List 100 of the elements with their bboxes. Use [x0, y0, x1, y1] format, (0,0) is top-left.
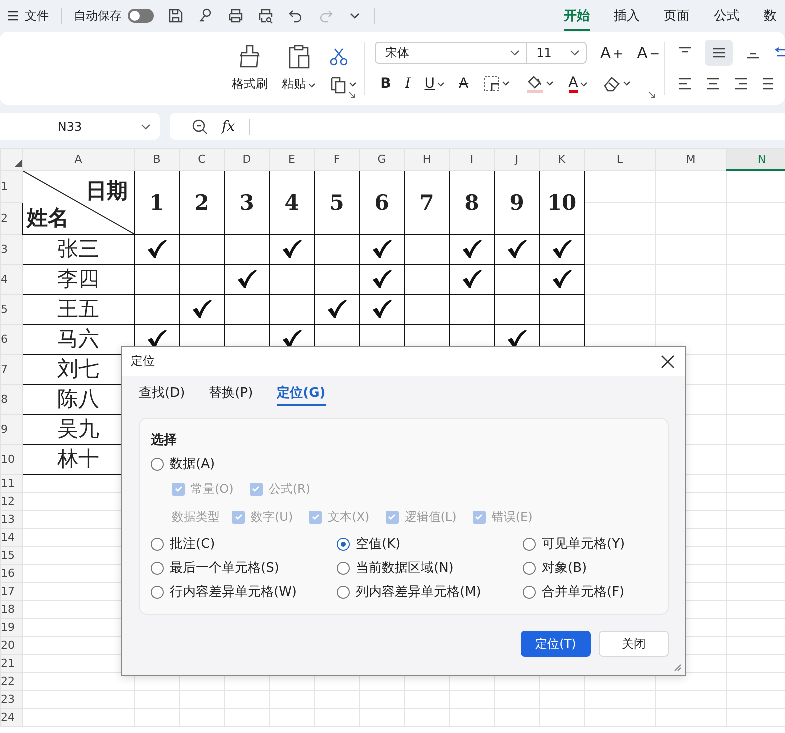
check-icon	[507, 329, 527, 349]
column-header[interactable]: A	[22, 148, 134, 170]
justify-icon[interactable]	[761, 76, 773, 92]
align-middle-icon[interactable]	[705, 40, 733, 66]
paste-button[interactable]: 粘贴	[282, 44, 316, 93]
row-header[interactable]: 16	[0, 564, 22, 582]
check-icon	[147, 329, 167, 349]
save-icon[interactable]	[168, 8, 184, 24]
column-header[interactable]: L	[584, 148, 656, 170]
select-all-icon[interactable]	[15, 160, 22, 166]
radio-button[interactable]	[523, 562, 536, 574]
font-color-button[interactable]: A	[568, 76, 588, 92]
dialog-launcher-icon[interactable]	[348, 91, 356, 99]
ribbon-tab[interactable]: 公式	[714, 2, 740, 30]
bold-button[interactable]: B	[380, 76, 392, 92]
row-header[interactable]: 21	[0, 654, 22, 672]
font-name-dropdown[interactable]: 宋体	[374, 42, 527, 64]
row-header[interactable]: 20	[0, 636, 22, 654]
column-header[interactable]: J	[494, 148, 540, 170]
radio-button[interactable]	[151, 562, 164, 574]
key-icon[interactable]	[198, 8, 214, 24]
row-header[interactable]: 8	[0, 384, 22, 414]
radio-button[interactable]	[151, 586, 164, 598]
print-icon[interactable]	[228, 8, 244, 24]
checkbox-label: 常量(O)	[191, 480, 234, 498]
ribbon-tab[interactable]: 插入	[614, 2, 640, 30]
row-header[interactable]: 9	[0, 414, 22, 444]
row-header[interactable]: 2	[0, 202, 22, 234]
column-header[interactable]: N	[726, 148, 785, 170]
zoom-icon[interactable]	[192, 118, 208, 134]
radio-button[interactable]	[337, 586, 350, 598]
menu-icon[interactable]	[7, 10, 19, 22]
column-header[interactable]: G	[360, 148, 404, 170]
radio-button[interactable]	[337, 538, 350, 550]
dialog-launcher-icon[interactable]	[648, 91, 656, 99]
row-header[interactable]: 7	[0, 354, 22, 384]
locate-button[interactable]: 定位(T)	[521, 631, 591, 657]
row-header[interactable]: 3	[0, 234, 22, 264]
radio-button[interactable]	[151, 538, 164, 550]
align-right-icon[interactable]	[733, 76, 749, 92]
row-header[interactable]: 17	[0, 582, 22, 600]
font-size-dropdown[interactable]: 11	[526, 42, 587, 64]
formula-field[interactable]: fx	[170, 113, 785, 140]
border-icon[interactable]	[482, 75, 511, 93]
table-cell: 姓名	[27, 204, 69, 232]
table-cell: 5	[314, 170, 360, 234]
underline-button[interactable]: U	[424, 76, 446, 92]
ribbon-tab[interactable]: 页面	[664, 2, 690, 30]
row-header[interactable]: 6	[0, 324, 22, 354]
column-header[interactable]: F	[314, 148, 360, 170]
row-header[interactable]: 12	[0, 492, 22, 510]
function-button[interactable]: fx	[222, 118, 236, 134]
column-header[interactable]: K	[540, 148, 584, 170]
row-header[interactable]: 4	[0, 264, 22, 294]
row-header[interactable]: 14	[0, 528, 22, 546]
row-header[interactable]: 18	[0, 600, 22, 618]
row-header[interactable]: 15	[0, 546, 22, 564]
column-header[interactable]: I	[450, 148, 494, 170]
row-header[interactable]: 10	[0, 444, 22, 474]
column-header[interactable]: H	[404, 148, 450, 170]
row-header[interactable]: 1	[0, 170, 22, 202]
row-header[interactable]: 23	[0, 690, 22, 708]
align-center-icon[interactable]	[705, 76, 721, 92]
dialog-tab[interactable]: 查找(D)	[139, 384, 186, 406]
column-header[interactable]: B	[134, 148, 180, 170]
column-header[interactable]: D	[224, 148, 270, 170]
dialog-tab[interactable]: 定位(G)	[277, 384, 326, 406]
row-header[interactable]: 22	[0, 672, 22, 690]
column-header[interactable]: C	[180, 148, 224, 170]
strikethrough-button[interactable]: A	[459, 76, 469, 92]
row-header[interactable]: 11	[0, 474, 22, 492]
scissors-icon[interactable]	[330, 48, 348, 66]
row-header[interactable]: 24	[0, 708, 22, 726]
table-cell: 2	[180, 170, 224, 234]
radio-button[interactable]	[523, 538, 536, 550]
fill-bucket-icon[interactable]	[524, 74, 555, 94]
format-painter-button[interactable]: 格式刷	[232, 44, 268, 93]
align-left-icon[interactable]	[677, 76, 693, 92]
name-box[interactable]: N33	[0, 113, 160, 140]
dialog-tab[interactable]: 替换(P)	[209, 384, 254, 406]
column-header[interactable]: E	[270, 148, 314, 170]
ribbon-tab[interactable]: 数	[764, 2, 777, 30]
resize-grip-icon[interactable]	[674, 664, 682, 672]
italic-button[interactable]: I	[405, 76, 411, 92]
file-menu[interactable]: 文件	[25, 8, 49, 24]
column-header[interactable]: M	[656, 148, 726, 170]
radio-button[interactable]	[523, 586, 536, 598]
close-button[interactable]: 关闭	[599, 631, 669, 657]
radio-button[interactable]	[151, 458, 164, 470]
row-header[interactable]: 5	[0, 294, 22, 324]
copy-icon[interactable]	[330, 76, 358, 94]
check-icon	[507, 239, 527, 259]
radio-button[interactable]	[337, 562, 350, 574]
undo-icon[interactable]	[288, 8, 304, 24]
row-header[interactable]: 13	[0, 510, 22, 528]
autosave-toggle[interactable]	[128, 9, 154, 23]
row-header[interactable]: 19	[0, 618, 22, 636]
eraser-icon[interactable]	[602, 75, 632, 93]
print-preview-icon[interactable]	[258, 8, 274, 24]
close-icon[interactable]	[661, 354, 675, 368]
